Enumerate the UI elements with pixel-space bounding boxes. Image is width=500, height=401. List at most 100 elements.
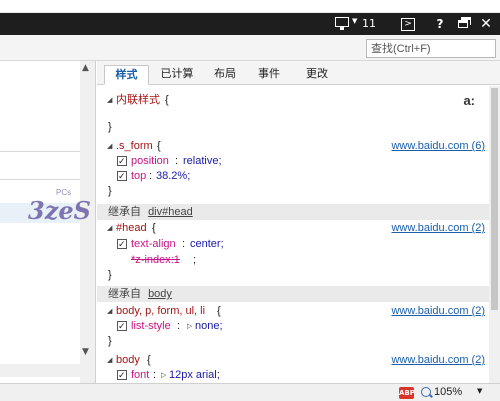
overridden-property[interactable]: *z-index:1 — [131, 253, 180, 268]
undock-button[interactable] — [456, 16, 472, 32]
colon: : — [149, 170, 153, 182]
expand-triangle-icon[interactable]: ◢ — [107, 93, 112, 108]
rule-selector: body — [116, 354, 140, 366]
divider — [0, 151, 80, 152]
declaration: list-style : ▷ none; — [97, 319, 489, 334]
scroll-up-icon[interactable]: ▲ — [82, 63, 89, 73]
rule-selector: .s_form — [116, 140, 153, 152]
property-name[interactable]: list-style — [131, 319, 171, 334]
expand-triangle-icon[interactable]: ◢ — [107, 139, 112, 154]
rules-list: ◢ 内联样式 { a: } ◢ .s_form { www.baidu.com … — [97, 86, 489, 383]
colon: : — [153, 369, 157, 381]
horizontal-scrollbar[interactable] — [0, 364, 80, 377]
help-button[interactable]: ? — [432, 16, 448, 32]
tab-changes[interactable]: 更改 — [297, 65, 337, 85]
property-value[interactable]: none; — [195, 319, 223, 334]
source-link[interactable]: www.baidu.com (2) — [391, 221, 485, 236]
rule-body-list-header: ◢ body, p, form, ul, li { www.baidu.com … — [97, 304, 489, 319]
devtools-titlebar: ▼ 11 > ? ✕ — [0, 13, 500, 35]
property-value[interactable]: relative; — [183, 154, 222, 169]
expand-triangle-icon[interactable]: ◢ — [107, 304, 112, 319]
watermark-text: 3zeS — [28, 196, 91, 225]
declaration-overridden: *z-index:1 ; — [97, 253, 489, 268]
declaration: font : ▷ 12px arial; — [97, 368, 489, 383]
inherited-header: 继承自 body — [97, 286, 489, 302]
declaration: text-align : center; — [97, 237, 489, 252]
adblock-icon[interactable]: ABP — [399, 387, 415, 399]
close-brace: } — [108, 335, 112, 347]
colon: : — [177, 320, 181, 332]
close-brace: } — [108, 121, 112, 133]
tab-styles[interactable]: 样式 — [104, 65, 149, 85]
styles-pane: 样式 已计算 布局 事件 更改 ◢ 内联样式 { a: } ◢ .s_form … — [97, 61, 500, 383]
open-brace: { — [217, 305, 221, 317]
open-brace: { — [165, 94, 169, 106]
top-strip — [0, 0, 500, 13]
rule-head-close: } — [97, 268, 489, 283]
target-selector[interactable]: ▼ 11 — [335, 16, 377, 32]
inherited-link[interactable]: body — [148, 288, 172, 300]
property-name[interactable]: top — [131, 169, 146, 184]
console-button[interactable]: > — [401, 18, 415, 31]
close-button[interactable]: ✕ — [478, 16, 494, 32]
open-brace: { — [152, 222, 156, 234]
inherited-header: 继承自 div#head — [97, 204, 489, 220]
property-name[interactable]: position — [131, 154, 169, 169]
tab-events[interactable]: 事件 — [253, 65, 285, 85]
source-link[interactable]: www.baidu.com (6) — [391, 139, 485, 154]
zoom-level[interactable]: 105% — [434, 386, 462, 398]
scroll-down-icon[interactable]: ▼ — [82, 347, 89, 357]
tab-computed[interactable]: 已计算 — [157, 65, 197, 85]
open-brace: { — [157, 140, 161, 152]
close-brace: } — [108, 269, 112, 281]
rule-inline-close: } — [97, 120, 489, 135]
watermark-logo: PCs 3zeS — [20, 188, 140, 236]
source-link[interactable]: www.baidu.com (2) — [391, 304, 485, 319]
declaration: position : relative; — [97, 154, 489, 169]
property-value[interactable]: center; — [190, 237, 224, 252]
styles-tabbar: 样式 已计算 布局 事件 更改 — [97, 61, 500, 85]
open-brace: { — [147, 354, 151, 366]
expand-triangle-icon[interactable]: ◢ — [107, 353, 112, 368]
declaration: top : 38.2%; — [97, 169, 489, 184]
text-size-icon[interactable]: a: — [463, 93, 475, 108]
declaration-checkbox[interactable] — [117, 169, 127, 184]
undock-icon — [458, 20, 468, 28]
tab-layout[interactable]: 布局 — [209, 65, 241, 85]
inherited-label: 继承自 — [108, 288, 141, 300]
declaration-checkbox[interactable] — [117, 237, 127, 252]
scrollbar-thumb[interactable] — [491, 88, 498, 310]
source-link[interactable]: www.baidu.com (2) — [391, 353, 485, 368]
declaration-checkbox[interactable] — [117, 319, 127, 334]
colon: : — [182, 238, 186, 250]
styles-vertical-scrollbar[interactable] — [489, 86, 500, 383]
expand-value-icon[interactable]: ▷ — [187, 319, 192, 334]
chevron-down-icon: ▼ — [352, 17, 358, 25]
declaration-checkbox[interactable] — [117, 368, 127, 383]
monitor-icon — [335, 17, 349, 30]
target-number: 11 — [362, 17, 376, 30]
property-value[interactable]: 12px arial; — [169, 368, 220, 383]
inherited-link[interactable]: div#head — [148, 206, 193, 218]
chevron-down-icon[interactable]: ▼ — [477, 387, 482, 395]
property-value[interactable]: 38.2%; — [156, 169, 190, 184]
rule-head-header: ◢ #head { www.baidu.com (2) — [97, 221, 489, 236]
zoom-icon[interactable] — [421, 387, 431, 397]
rule-s-form-header: ◢ .s_form { www.baidu.com (6) — [97, 139, 489, 154]
rule-inline-header: ◢ 内联样式 { a: — [97, 93, 489, 108]
rule-selector: body, p, form, ul, li — [116, 305, 206, 317]
declaration-checkbox[interactable] — [117, 154, 127, 169]
expand-value-icon[interactable]: ▷ — [161, 368, 166, 383]
find-bar — [0, 35, 500, 61]
rule-body-list-close: } — [97, 334, 489, 349]
find-input[interactable] — [366, 39, 496, 58]
property-name[interactable]: text-align — [131, 237, 176, 252]
colon: : — [175, 155, 179, 167]
rule-selector: 内联样式 — [116, 94, 160, 106]
overridden-value: ; — [193, 254, 197, 266]
property-name[interactable]: font — [131, 368, 149, 383]
rule-s-form-close: } — [97, 184, 489, 199]
divider — [0, 179, 80, 180]
status-bar: ABP 105% ▼ — [0, 383, 500, 401]
rule-body-header: ◢ body { www.baidu.com (2) — [97, 353, 489, 368]
